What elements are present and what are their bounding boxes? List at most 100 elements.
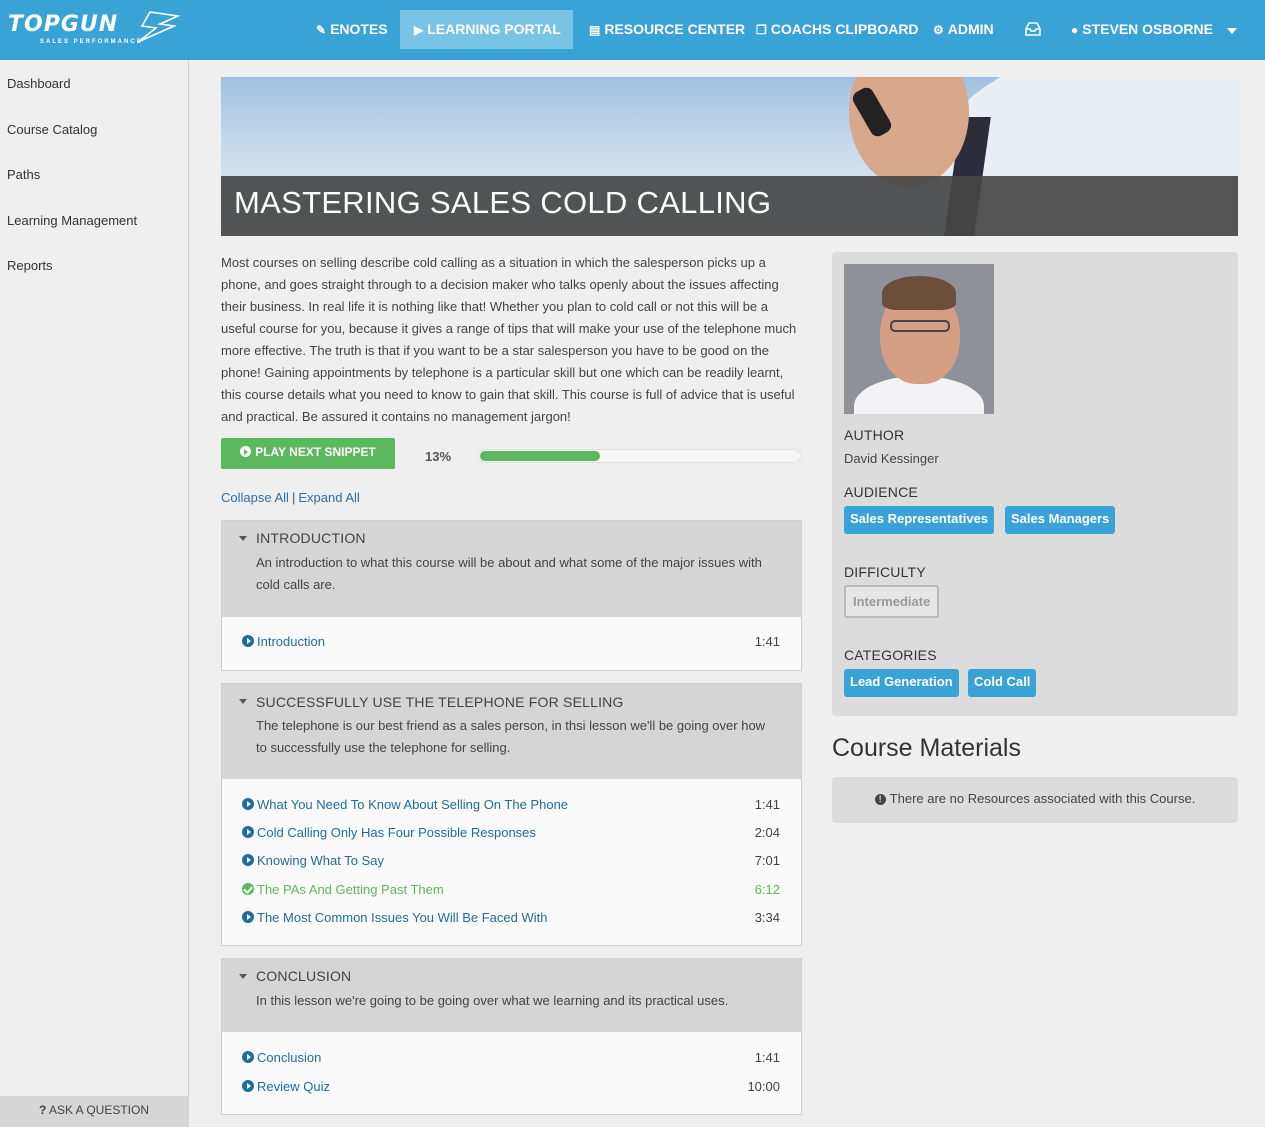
course-info-panel: AUTHOR David Kessinger AUDIENCE Sales Re… bbox=[832, 252, 1238, 716]
lesson-link[interactable]: Cold Calling Only Has Four Possible Resp… bbox=[242, 825, 536, 840]
audience-tag[interactable]: Sales Managers bbox=[1005, 506, 1116, 534]
author-name: David Kessinger bbox=[844, 451, 939, 466]
nav-coachs-clipboard-label: COACHS CLIPBOARD bbox=[770, 21, 919, 37]
sidebar-item-paths[interactable]: Paths bbox=[7, 167, 40, 182]
caret-down-icon bbox=[239, 974, 247, 979]
play-circle-icon bbox=[242, 911, 254, 923]
section-conclusion: CONCLUSION In this lesson we're going to… bbox=[221, 958, 802, 1115]
logo-wordmark: TOPGUN bbox=[8, 12, 119, 37]
nav-resource-center-label: RESOURCE CENTER bbox=[604, 21, 746, 37]
course-hero-banner: MASTERING SALES COLD CALLING bbox=[221, 77, 1238, 236]
lesson-duration: 2:04 bbox=[754, 825, 780, 840]
lesson-link[interactable]: Review Quiz bbox=[242, 1079, 330, 1094]
section-introduction: INTRODUCTION An introduction to what thi… bbox=[221, 520, 802, 671]
check-circle-icon bbox=[242, 883, 254, 895]
collapse-expand-controls: Collapse All | Expand All bbox=[221, 490, 360, 505]
progress-percent: 13% bbox=[425, 449, 452, 464]
document-icon: ▤ bbox=[589, 23, 601, 37]
section-title: CONCLUSION bbox=[256, 968, 352, 984]
lesson-duration: 7:01 bbox=[754, 853, 780, 868]
lesson-title: Review Quiz bbox=[257, 1079, 330, 1094]
user-icon: ● bbox=[1071, 23, 1079, 37]
play-circle-icon bbox=[240, 446, 252, 457]
topgun-logo[interactable]: TOPGUN SALES PERFORMANCE bbox=[8, 10, 180, 50]
caret-down-icon bbox=[239, 536, 247, 541]
categories-label: CATEGORIES bbox=[844, 647, 937, 663]
nav-enotes[interactable]: ✎ ENOTES bbox=[316, 10, 388, 49]
exclamation-circle-icon: ! bbox=[874, 794, 886, 805]
lesson-link[interactable]: Conclusion bbox=[242, 1050, 321, 1065]
lesson-link-completed[interactable]: The PAs And Getting Past Them bbox=[242, 882, 444, 897]
progress-bar-fill bbox=[480, 451, 600, 461]
lesson-duration: 6:12 bbox=[754, 882, 780, 897]
lesson-duration: 3:34 bbox=[754, 910, 780, 925]
audience-tag[interactable]: Sales Representatives bbox=[844, 506, 995, 534]
clipboard-icon: ❐ bbox=[756, 23, 767, 37]
lesson-duration: 1:41 bbox=[754, 1050, 780, 1065]
sidebar-item-dashboard[interactable]: Dashboard bbox=[7, 76, 71, 91]
section-header[interactable]: CONCLUSION In this lesson we're going to… bbox=[222, 959, 801, 1032]
lesson-title: The PAs And Getting Past Them bbox=[257, 882, 444, 897]
sidebar-item-reports[interactable]: Reports bbox=[7, 258, 53, 273]
pencil-icon: ✎ bbox=[316, 23, 327, 37]
lesson-link[interactable]: Introduction bbox=[242, 634, 325, 649]
course-description: Most courses on selling describe cold ca… bbox=[221, 255, 797, 424]
difficulty-label: DIFFICULTY bbox=[844, 564, 926, 580]
lesson-duration: 10:00 bbox=[747, 1079, 780, 1094]
play-circle-icon bbox=[242, 826, 254, 838]
section-header[interactable]: INTRODUCTION An introduction to what thi… bbox=[222, 521, 801, 617]
ask-question-label: ASK A QUESTION bbox=[48, 1103, 150, 1117]
section-description: In this lesson we're going to be going o… bbox=[256, 993, 729, 1008]
nav-resource-center[interactable]: ▤ RESOURCE CENTER bbox=[589, 10, 745, 49]
sidebar-item-course-catalog[interactable]: Course Catalog bbox=[7, 122, 97, 137]
sidebar-item-learning-management[interactable]: Learning Management bbox=[7, 213, 137, 228]
lesson-link[interactable]: Knowing What To Say bbox=[242, 853, 384, 868]
nav-admin-label: ADMIN bbox=[947, 21, 994, 37]
logo-tagline: SALES PERFORMANCE bbox=[40, 39, 143, 45]
nav-coachs-clipboard[interactable]: ❐ COACHS CLIPBOARD bbox=[756, 10, 919, 49]
nav-inbox[interactable] bbox=[1025, 10, 1041, 49]
course-materials-empty-message: There are no Resources associated with t… bbox=[889, 791, 1196, 806]
section-header[interactable]: SUCCESSFULLY USE THE TELEPHONE FOR SELLI… bbox=[222, 684, 801, 779]
nav-learning-portal[interactable]: ▶ LEARNING PORTAL bbox=[400, 10, 573, 49]
lesson-link[interactable]: What You Need To Know About Selling On T… bbox=[242, 797, 568, 812]
ask-question-button[interactable]: ? ASK A QUESTION bbox=[0, 1096, 188, 1127]
separator: | bbox=[291, 490, 296, 505]
chevron-down-icon bbox=[1226, 28, 1237, 34]
expand-all-link[interactable]: Expand All bbox=[298, 490, 359, 505]
play-circle-icon bbox=[242, 798, 254, 810]
category-tag[interactable]: Cold Call bbox=[968, 669, 1037, 697]
section-title: INTRODUCTION bbox=[256, 530, 366, 546]
lesson-duration: 1:41 bbox=[754, 634, 780, 649]
audience-label: AUDIENCE bbox=[844, 484, 918, 500]
photo-hair bbox=[882, 276, 956, 310]
play-next-snippet-label: PLAY NEXT SNIPPET bbox=[255, 445, 376, 459]
question-icon: ? bbox=[38, 1103, 47, 1117]
lesson-duration: 1:41 bbox=[754, 797, 780, 812]
section-description: The telephone is our best friend as a sa… bbox=[256, 718, 766, 755]
collapse-all-link[interactable]: Collapse All bbox=[221, 490, 289, 505]
lightning-icon bbox=[137, 11, 180, 43]
lesson-link[interactable]: The Most Common Issues You Will Be Faced… bbox=[242, 910, 547, 925]
nav-admin[interactable]: ⚙ ADMIN bbox=[933, 10, 994, 49]
nav-user-menu[interactable]: ● STEVEN OSBORNE bbox=[1071, 10, 1237, 49]
play-circle-icon bbox=[242, 635, 254, 647]
section-description: An introduction to what this course will… bbox=[256, 555, 762, 592]
author-label: AUTHOR bbox=[844, 427, 905, 443]
section-telephone-selling: SUCCESSFULLY USE THE TELEPHONE FOR SELLI… bbox=[221, 683, 802, 946]
progress-bar bbox=[478, 449, 801, 463]
gears-icon: ⚙ bbox=[933, 23, 944, 37]
category-tag[interactable]: Lead Generation bbox=[844, 669, 959, 697]
lesson-title: Introduction bbox=[257, 634, 325, 649]
play-circle-icon bbox=[242, 1051, 254, 1063]
top-navigation-bar: TOPGUN SALES PERFORMANCE ✎ ENOTES ▶ LEARNI… bbox=[0, 0, 1265, 60]
lesson-title: Conclusion bbox=[257, 1050, 322, 1065]
lesson-title: Knowing What To Say bbox=[257, 853, 384, 868]
play-next-snippet-button[interactable]: PLAY NEXT SNIPPET bbox=[221, 438, 395, 469]
nav-user-name: STEVEN OSBORNE bbox=[1082, 21, 1213, 37]
nav-learning-portal-label: LEARNING PORTAL bbox=[427, 21, 561, 37]
course-materials-empty-notice: ! There are no Resources associated with … bbox=[832, 777, 1238, 823]
lesson-title: Cold Calling Only Has Four Possible Resp… bbox=[257, 825, 536, 840]
play-circle-icon: ▶ bbox=[414, 23, 424, 37]
difficulty-badge: Intermediate bbox=[844, 585, 940, 618]
